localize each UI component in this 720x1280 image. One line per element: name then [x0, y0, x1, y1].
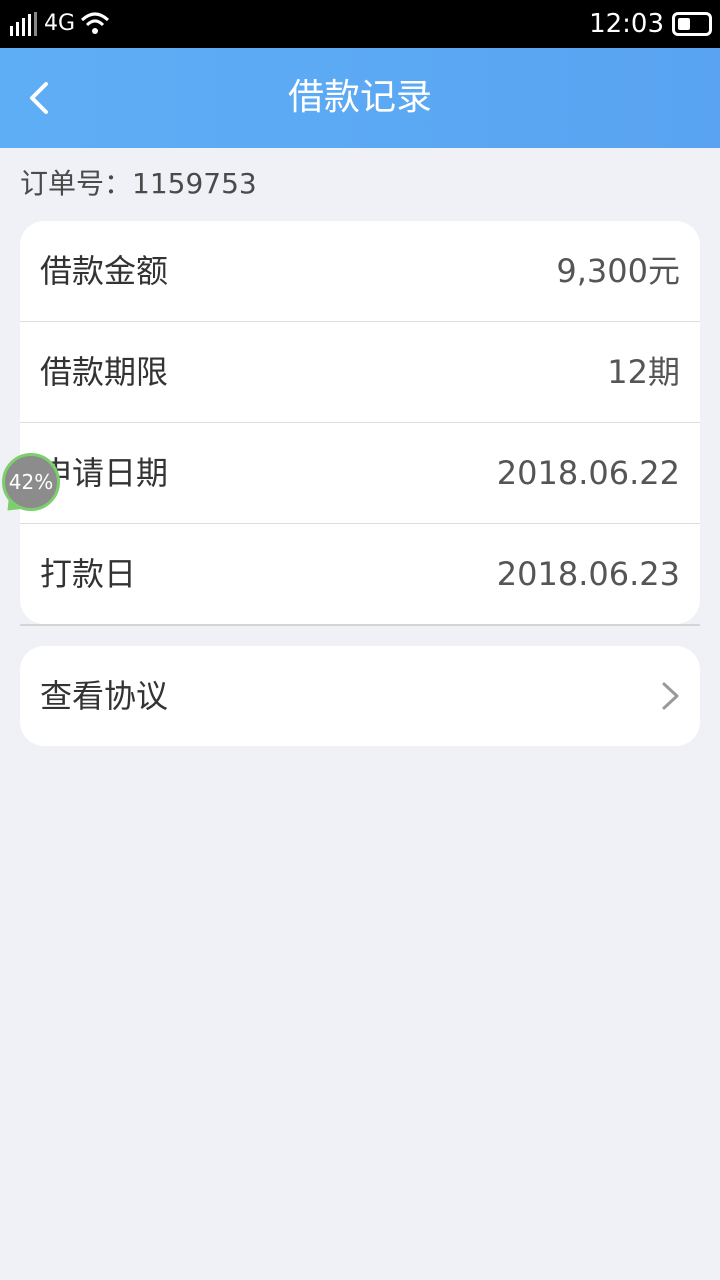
- loan-details-card: 借款金额 9,300元 借款期限 12期 申请日期 2018.06.22 打款日…: [20, 221, 700, 624]
- detail-row-payout-date: 打款日 2018.06.23: [20, 524, 700, 624]
- detail-value: 12期: [607, 353, 680, 391]
- badge-text: 42%: [8, 470, 54, 494]
- signal-icon: [10, 12, 37, 36]
- page-title: 借款记录: [287, 77, 432, 118]
- detail-value: 2018.06.22: [496, 454, 680, 492]
- agreement-label: 查看协议: [40, 677, 169, 715]
- detail-label: 借款金额: [40, 252, 169, 290]
- detail-label: 打款日: [40, 555, 137, 593]
- detail-row-amount: 借款金额 9,300元: [20, 221, 700, 322]
- view-agreement-button[interactable]: 查看协议: [20, 646, 700, 746]
- detail-value: 9,300元: [556, 252, 680, 290]
- wifi-icon: [80, 12, 110, 34]
- section-divider: [20, 624, 700, 626]
- badge-tail: [1, 497, 21, 517]
- chevron-right-icon: [662, 682, 679, 710]
- status-bar: 4G 12:03: [0, 0, 720, 48]
- detail-row-term: 借款期限 12期: [20, 322, 700, 423]
- floating-speed-badge[interactable]: 42%: [1, 453, 60, 517]
- battery-icon: [672, 12, 712, 36]
- detail-row-apply-date: 申请日期 2018.06.22: [20, 423, 700, 524]
- network-type: 4G: [44, 11, 76, 36]
- app-header: 借款记录: [0, 48, 720, 148]
- detail-value: 2018.06.23: [496, 555, 680, 593]
- order-number: 订单号：1159753: [20, 167, 257, 200]
- detail-label: 借款期限: [40, 353, 169, 391]
- clock: 12:03: [589, 9, 664, 39]
